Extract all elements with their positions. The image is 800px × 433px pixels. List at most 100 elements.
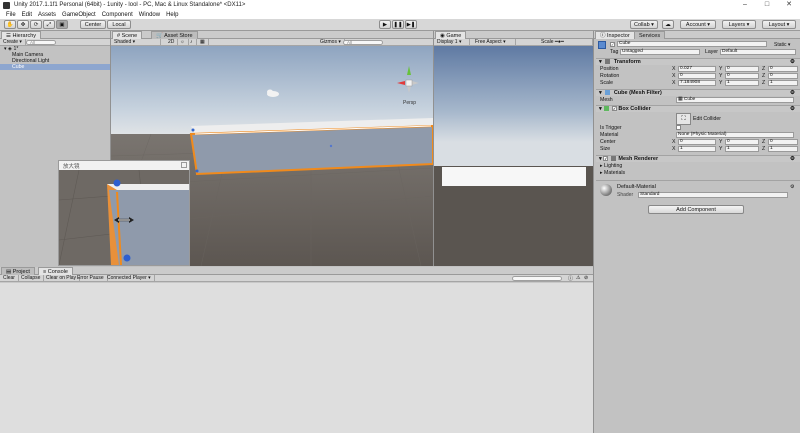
transform-header[interactable]: ▾ Transform ⚙ [596,58,800,65]
maximize-button[interactable]: □ [756,0,778,10]
scale-slider[interactable]: Scale ━●━ [538,39,593,46]
pivot-space-button[interactable]: Local [107,20,131,29]
rotate-tool-button[interactable]: ⟳ [30,20,42,29]
move-tool-button[interactable]: ✥ [17,20,29,29]
create-dropdown[interactable]: Create ▾ [0,39,26,46]
lighting-foldout[interactable]: ▸ Lighting [596,163,800,169]
is-trigger-checkbox[interactable] [676,125,681,130]
enabled-checkbox[interactable]: ✓ [603,156,609,162]
scale-z-field[interactable]: 1 [768,80,798,86]
physic-material-field[interactable]: None (Physic Material) [676,132,794,138]
component-settings-icon[interactable]: ⚙ [790,59,795,66]
size-x-field[interactable]: 1 [678,146,716,152]
object-name-field[interactable]: Cube [617,41,767,47]
component-settings-icon[interactable]: ⚙ [790,90,795,97]
mesh-field[interactable]: ▦ Cube [676,97,794,103]
menu-help[interactable]: Help [166,12,178,18]
layers-dropdown[interactable]: Layers ▾ [722,20,756,29]
center-x-field[interactable]: 0 [678,139,716,145]
effects-toggle-icon[interactable]: ▦ [197,39,209,46]
menu-file[interactable]: File [6,12,16,18]
scene-search-input[interactable]: All [343,40,383,45]
rect-tool-button[interactable]: ▣ [56,20,68,29]
console-log-area[interactable] [0,283,593,433]
rotation-x-field[interactable]: 0 [678,73,716,79]
info-count-icon[interactable]: ⓘ [568,275,573,282]
console-subbar: Clear Collapse Clear on Play Error Pause… [0,275,593,282]
minimize-button[interactable]: – [734,0,756,10]
error-pause-toggle[interactable]: Error Pause [74,275,108,282]
box-collider-header[interactable]: ▾ ✓ Box Collider ⚙ [596,105,800,112]
size-z-field[interactable]: 1 [768,146,798,152]
cube-object[interactable] [189,118,433,176]
rotation-y-field[interactable]: 0 [725,73,759,79]
static-dropdown[interactable]: Static ▾ [774,42,790,48]
component-settings-icon[interactable]: ⚙ [790,156,795,163]
tab-services[interactable]: Services [634,31,666,39]
component-settings-icon[interactable]: ⚙ [790,106,795,113]
gizmos-dropdown[interactable]: Gizmos ▾ [317,39,345,46]
hand-tool-button[interactable]: ✋ [4,20,16,29]
error-count-icon[interactable]: ⊘ [584,275,588,281]
materials-foldout[interactable]: ▸ Materials [596,170,800,176]
shader-dropdown[interactable]: Standard [638,192,788,198]
scene-tabstrip: # Scene 🛒 Asset Store [111,31,433,39]
menu-window[interactable]: Window [139,12,160,18]
hierarchy-search-input[interactable]: All [26,40,56,45]
add-component-button[interactable]: Add Component [648,205,744,214]
pause-button[interactable]: ❚❚ [392,20,404,29]
component-settings-icon[interactable]: ⚙ [790,184,794,190]
account-button[interactable]: Account ▾ [680,20,716,29]
play-button[interactable]: ▶ [379,20,391,29]
connected-player-dropdown[interactable]: Connected Player ▾ [104,275,155,282]
scale-x-field[interactable]: 7.184908 [678,80,716,86]
layer-dropdown[interactable]: Default [720,49,796,55]
audio-toggle-icon[interactable]: ♪ [187,39,197,46]
layout-dropdown[interactable]: Layout ▾ [762,20,796,29]
game-viewport[interactable] [434,46,593,266]
size-y-field[interactable]: 1 [725,146,759,152]
cloud-icon[interactable]: ☁ [662,20,674,29]
menu-assets[interactable]: Assets [38,12,56,18]
tag-dropdown[interactable]: Untagged [620,49,700,55]
menu-component[interactable]: Component [102,12,133,18]
collapse-toggle[interactable]: Collapse [18,275,45,282]
tab-inspector[interactable]: ⓘ Inspector [595,31,635,39]
tab-game[interactable]: ◉ Game [435,31,467,39]
magnifier-window[interactable]: 放大镜 [58,160,190,266]
collab-button[interactable]: Collab ▾ [630,20,658,29]
step-button[interactable]: ▶❚ [405,20,417,29]
menu-gameobject[interactable]: GameObject [62,12,96,18]
tab-project[interactable]: ▤ Project [1,267,35,275]
shading-dropdown[interactable]: Shaded ▾ [111,39,161,46]
position-x-field[interactable]: 0.027 [678,66,716,72]
center-z-field[interactable]: 0 [768,139,798,145]
rotation-z-field[interactable]: 0 [768,73,798,79]
pivot-center-button[interactable]: Center [80,20,106,29]
position-z-field[interactable]: 0 [768,66,798,72]
mesh-filter-header[interactable]: ▾ Cube (Mesh Filter) ⚙ [596,89,800,96]
tab-asset-store[interactable]: 🛒 Asset Store [151,31,198,39]
menu-edit[interactable]: Edit [22,12,32,18]
tab-hierarchy[interactable]: ☰ Hierarchy [1,31,42,39]
edit-collider-button[interactable]: ⛶ [676,113,691,125]
tab-scene[interactable]: # Scene [112,31,143,39]
active-checkbox[interactable]: ✓ [610,42,615,47]
center-y-field[interactable]: 0 [725,139,759,145]
close-button[interactable]: ✕ [778,0,800,10]
display-dropdown[interactable]: Display 1 ▾ [434,39,470,46]
tab-console[interactable]: ≡ Console [38,267,73,275]
enabled-checkbox[interactable]: ✓ [611,106,617,112]
hierarchy-subbar: Create ▾ All [0,39,110,46]
scale-tool-button[interactable]: ⤢ [43,20,55,29]
magnifier-close-icon[interactable] [181,162,187,168]
console-search-input[interactable] [512,276,562,281]
list-item-cube[interactable]: Cube [0,64,110,70]
mesh-renderer-header[interactable]: ▾ ✓ Mesh Renderer ⚙ [596,155,800,162]
warning-count-icon[interactable]: ⚠ [576,275,580,281]
scale-y-field[interactable]: 1 [725,80,759,86]
aspect-dropdown[interactable]: Free Aspect ▾ [472,39,516,46]
clear-button[interactable]: Clear [0,275,19,282]
position-y-field[interactable]: 0 [725,66,759,72]
mesh-filter-icon [605,90,611,96]
